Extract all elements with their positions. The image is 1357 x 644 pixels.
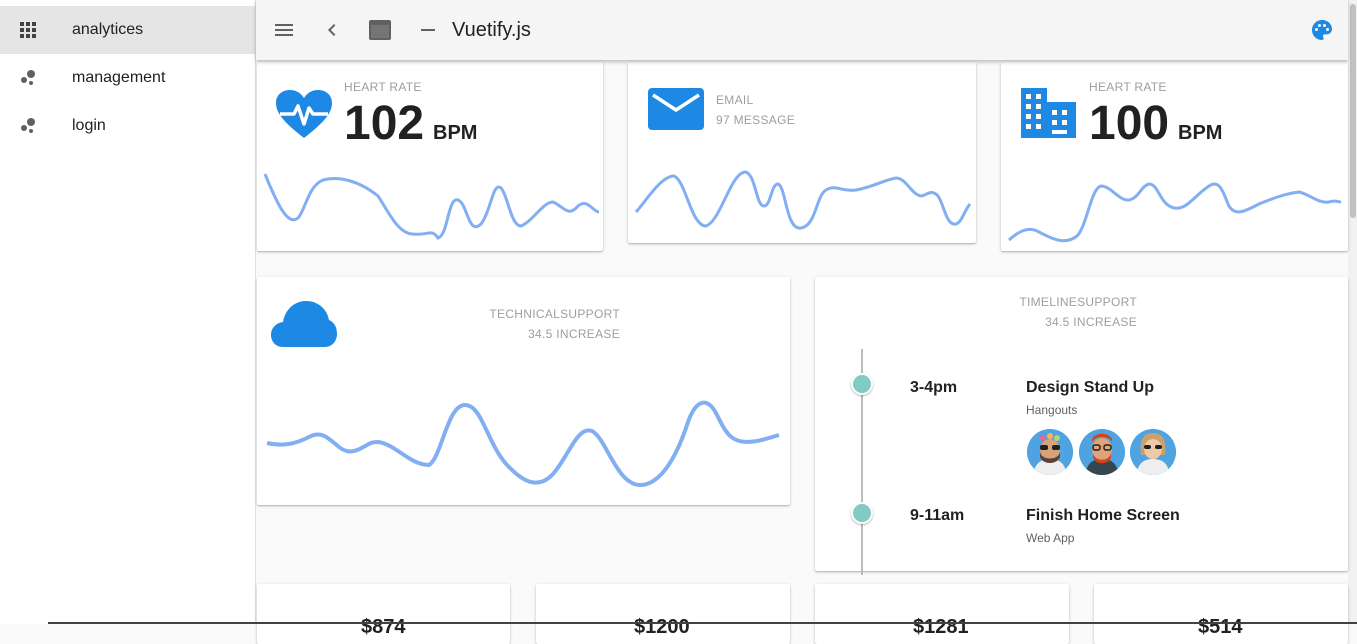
menu-icon[interactable] bbox=[272, 18, 296, 42]
card-subtitle: 34.5 INCREASE bbox=[528, 327, 620, 341]
heart-rate-value: 102 bbox=[344, 97, 425, 150]
timeline-dot bbox=[851, 502, 873, 524]
scrollbar-thumb[interactable] bbox=[1350, 4, 1356, 218]
stat-card: $874 bbox=[257, 584, 510, 644]
heart-pulse-icon bbox=[276, 90, 332, 138]
bubbles-icon bbox=[21, 118, 35, 133]
apps-grid-icon bbox=[20, 22, 36, 38]
card-caption: HEART RATE bbox=[344, 80, 422, 94]
card-caption: TIMELINESUPPORT bbox=[1019, 295, 1137, 309]
sidebar-item-label: analytices bbox=[72, 21, 144, 38]
stat-value: $874 bbox=[361, 616, 406, 638]
technical-support-card: TECHNICALSUPPORT 34.5 INCREASE bbox=[257, 277, 790, 505]
avatar[interactable] bbox=[1027, 429, 1073, 475]
stat-value: $1200 bbox=[634, 616, 690, 638]
stat-card: $1281 bbox=[815, 584, 1069, 644]
building-icon bbox=[1021, 88, 1076, 138]
card-subtitle: 97 MESSAGE bbox=[716, 113, 796, 127]
card-subtitle: 34.5 INCREASE bbox=[1045, 315, 1137, 329]
sidebar-item-analytices[interactable]: analytices bbox=[0, 6, 255, 54]
heart-rate-value: 100 bbox=[1089, 97, 1170, 150]
sidebar-item-login[interactable]: login bbox=[0, 102, 255, 150]
stat-value: $514 bbox=[1198, 616, 1243, 638]
sparkline bbox=[266, 400, 780, 487]
card-caption: EMAIL bbox=[716, 93, 754, 107]
chevron-left-icon[interactable] bbox=[320, 18, 344, 42]
timeline-time: 9-11am bbox=[910, 507, 965, 524]
heart-rate-unit: BPM bbox=[433, 122, 478, 144]
sidebar-item-label: management bbox=[72, 69, 166, 86]
avatar[interactable] bbox=[1079, 429, 1125, 475]
sparkline bbox=[634, 170, 972, 230]
timeline-event-title: Design Stand Up bbox=[1026, 379, 1155, 396]
timeline-event-title: Finish Home Screen bbox=[1026, 507, 1180, 524]
sidebar-item-label: login bbox=[72, 117, 106, 134]
bubbles-icon bbox=[21, 70, 35, 85]
timeline-support-card: TIMELINESUPPORT 34.5 INCREASE 3-4pm Desi… bbox=[815, 277, 1348, 575]
cloud-icon bbox=[271, 301, 337, 347]
sparkline bbox=[1007, 182, 1342, 243]
toolbar-title: Vuetify.js bbox=[452, 19, 531, 41]
heart-rate-card-2: HEART RATE 100 BPM bbox=[1001, 62, 1348, 251]
email-card: EMAIL 97 MESSAGE bbox=[628, 62, 976, 243]
stat-card: $1200 bbox=[536, 584, 790, 644]
heart-rate-card: HEART RATE 102 BPM bbox=[257, 62, 603, 251]
timeline-dot bbox=[851, 373, 873, 395]
palette-icon[interactable] bbox=[1310, 18, 1334, 42]
timeline-event-subtitle: Web App bbox=[1026, 531, 1075, 545]
email-icon bbox=[648, 88, 704, 130]
card-caption: TECHNICALSUPPORT bbox=[489, 307, 620, 321]
stat-value: $1281 bbox=[913, 616, 969, 638]
stat-card: $514 bbox=[1094, 584, 1348, 644]
avatar[interactable] bbox=[1130, 429, 1176, 475]
app-toolbar: Vuetify.js bbox=[256, 0, 1348, 60]
card-caption: HEART RATE bbox=[1089, 80, 1167, 94]
heart-rate-unit: BPM bbox=[1178, 122, 1223, 144]
timeline-time: 3-4pm bbox=[910, 379, 958, 396]
timeline-event-subtitle: Hangouts bbox=[1026, 403, 1078, 417]
sparkline bbox=[263, 173, 600, 240]
sidebar: analytices management login bbox=[0, 0, 256, 624]
minimize-icon[interactable] bbox=[416, 18, 440, 42]
window-icon[interactable] bbox=[368, 18, 392, 42]
sidebar-item-management[interactable]: management bbox=[0, 54, 255, 102]
